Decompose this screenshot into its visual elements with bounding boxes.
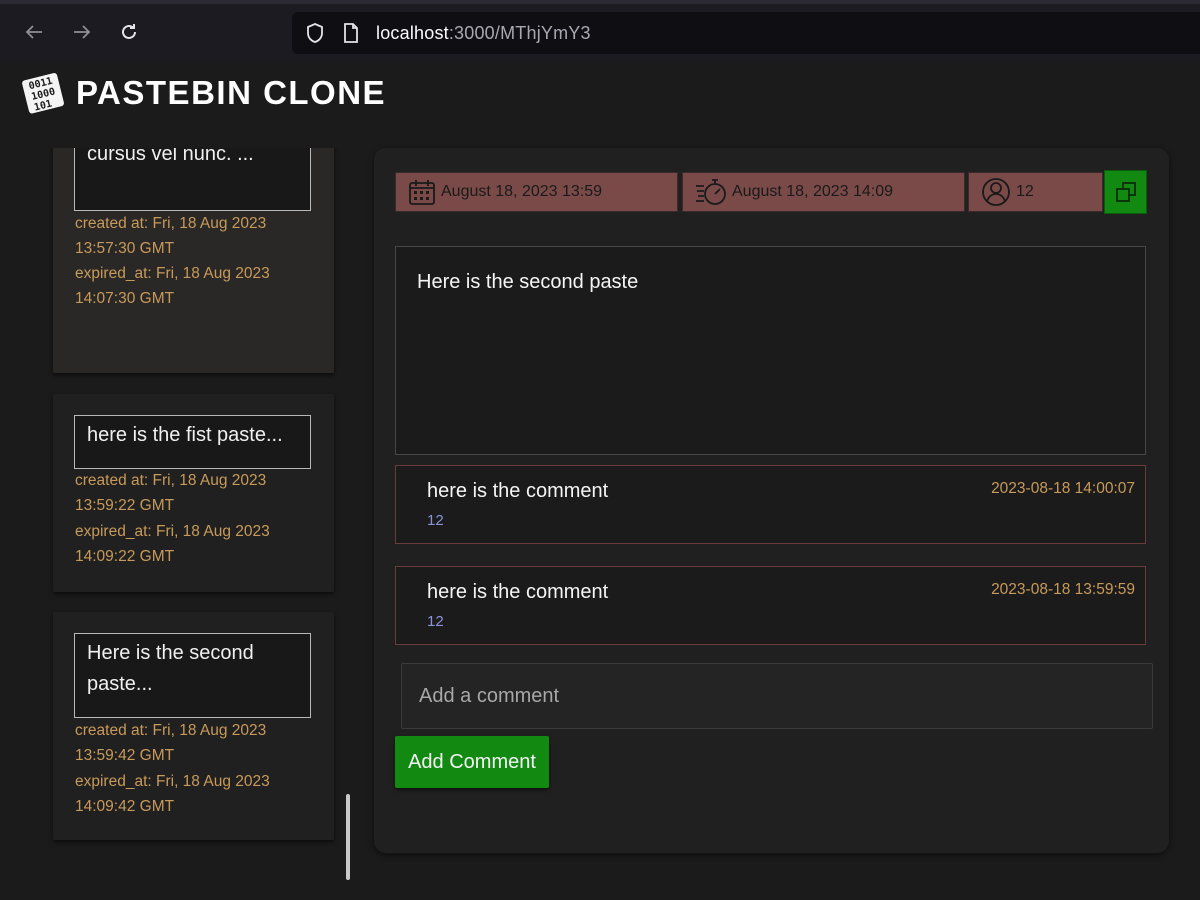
sidebar-scrollbar[interactable] <box>346 794 350 880</box>
comment: here is the comment 12 2023-08-18 14:00:… <box>395 465 1146 544</box>
reload-icon <box>122 24 136 39</box>
arrow-right-icon <box>74 25 91 39</box>
paste-view: August 18, 2023 13:59 August 18, 2023 14… <box>374 148 1169 853</box>
arrow-left-icon <box>25 25 42 39</box>
created-date-chip: August 18, 2023 13:59 <box>395 172 678 212</box>
shield-icon[interactable] <box>304 22 326 44</box>
url-host: localhost <box>376 22 449 43</box>
author-chip: 12 <box>968 172 1103 212</box>
comment-text: here is the comment <box>427 480 609 502</box>
comment-author: 12 <box>427 613 444 630</box>
copy-button[interactable] <box>1104 170 1147 214</box>
paste-card[interactable]: Here is the second paste... created at: … <box>53 612 334 840</box>
reload-button[interactable] <box>115 18 143 46</box>
paste-list: sodales at aliquam nec, cursus vel nunc.… <box>0 148 360 888</box>
site-header: 0011 1000 101 PASTEBIN CLONE <box>18 65 386 121</box>
comment-author: 12 <box>427 512 444 529</box>
paste-card[interactable]: here is the fist paste... created at: Fr… <box>53 394 334 592</box>
author-id: 12 <box>1016 183 1034 200</box>
page-icon[interactable] <box>340 22 362 44</box>
paste-expired: expired_at: Fri, 18 Aug 2023 14:07:30 GM… <box>75 265 270 307</box>
expire-date: August 18, 2023 14:09 <box>732 183 894 200</box>
forward-button[interactable] <box>68 18 96 46</box>
user-icon <box>982 178 1010 206</box>
paste-created: created at: Fri, 18 Aug 2023 13:59:42 GM… <box>75 722 267 764</box>
url-path: :3000/MThjYmY3 <box>448 22 591 43</box>
address-bar[interactable]: localhost:3000/MThjYmY3 <box>292 12 1200 54</box>
copy-icon <box>1115 182 1136 202</box>
add-comment-button[interactable]: Add Comment <box>395 736 549 788</box>
calendar-icon <box>409 180 435 205</box>
url-text: localhost:3000/MThjYmY3 <box>376 23 591 44</box>
binary-code-icon: 0011 1000 101 <box>20 71 66 116</box>
back-button[interactable] <box>20 18 48 46</box>
paste-expired: expired_at: Fri, 18 Aug 2023 14:09:22 GM… <box>75 523 270 565</box>
paste-preview[interactable]: Here is the second paste... <box>74 633 311 718</box>
expire-date-chip: August 18, 2023 14:09 <box>682 172 965 212</box>
paste-card[interactable]: sodales at aliquam nec, cursus vel nunc.… <box>53 148 334 373</box>
browser-toolbar: localhost:3000/MThjYmY3 <box>0 0 1200 60</box>
paste-content: Here is the second paste <box>395 246 1146 455</box>
created-date: August 18, 2023 13:59 <box>441 183 603 200</box>
comment: here is the comment 12 2023-08-18 13:59:… <box>395 566 1146 645</box>
comment-input[interactable] <box>401 663 1153 729</box>
paste-expired: expired_at: Fri, 18 Aug 2023 14:09:42 GM… <box>75 773 270 815</box>
comment-text: here is the comment <box>427 581 609 603</box>
timer-icon <box>696 179 726 205</box>
paste-preview[interactable]: sodales at aliquam nec, cursus vel nunc.… <box>74 148 311 211</box>
comment-timestamp: 2023-08-18 13:59:59 <box>991 581 1135 598</box>
paste-created: created at: Fri, 18 Aug 2023 13:59:22 GM… <box>75 472 267 514</box>
comment-timestamp: 2023-08-18 14:00:07 <box>991 480 1135 497</box>
page: 0011 1000 101 PASTEBIN CLONE sodales at … <box>0 60 1200 900</box>
paste-preview[interactable]: here is the fist paste... <box>74 415 311 469</box>
paste-created: created at: Fri, 18 Aug 2023 13:57:30 GM… <box>75 215 267 257</box>
site-title: PASTEBIN CLONE <box>76 74 387 111</box>
